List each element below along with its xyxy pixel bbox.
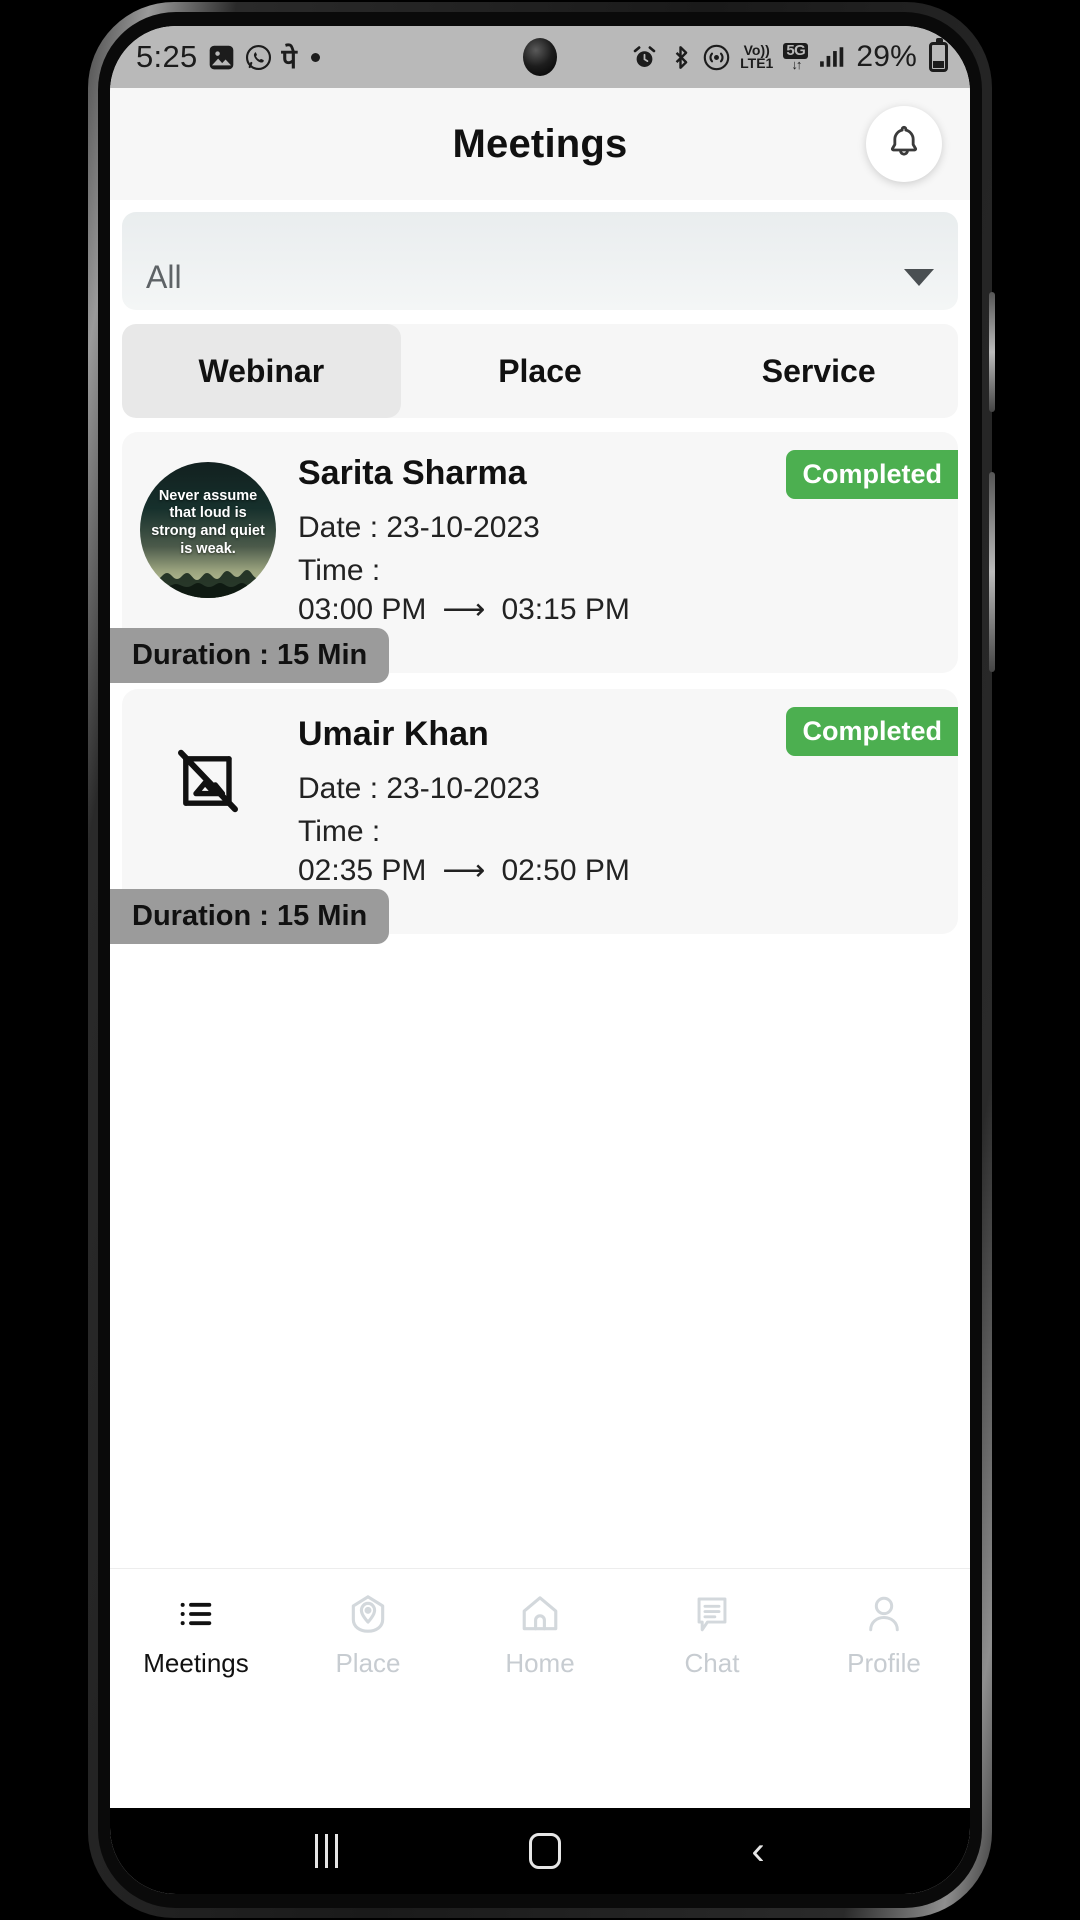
meeting-date: Date : 23-10-2023 [298, 511, 540, 544]
home-icon [517, 1588, 563, 1640]
page-title: Meetings [452, 121, 628, 166]
avatar-container [140, 711, 276, 822]
status-bar: 5:25 पे Vo)) LTE1 5G ↓↑ 29% [110, 26, 970, 88]
app-body: All Webinar Place Service Completed Neve… [110, 200, 970, 1698]
nav-label-place: Place [335, 1648, 401, 1678]
duration-badge: Duration : 15 Min [110, 889, 390, 945]
whatsapp-icon [245, 44, 272, 71]
status-bar-clock: 5:25 [136, 39, 198, 74]
meeting-time-range: 02:35 PM ⟶ 02:50 PM [298, 853, 940, 888]
meeting-time-label: Time : [298, 814, 381, 848]
avatar: Never assume that loud is strong and qui… [140, 462, 276, 598]
phone-frame: 5:25 पे Vo)) LTE1 5G ↓↑ 29% Meetings All… [88, 2, 995, 1918]
volume-button[interactable] [989, 292, 995, 412]
phone-screen: 5:25 पे Vo)) LTE1 5G ↓↑ 29% Meetings All… [110, 26, 970, 1894]
nav-item-profile[interactable]: Profile [798, 1588, 970, 1679]
volte-bottom-label: LTE1 [740, 55, 774, 71]
person-icon [863, 1588, 905, 1640]
battery-percent-label: 29% [856, 40, 917, 73]
meeting-card[interactable]: Completed Never assume that loud is stro… [110, 432, 958, 684]
bell-icon [884, 122, 924, 167]
broken-image-icon [172, 745, 244, 822]
network-data-arrows: ↓↑ [791, 56, 802, 72]
tab-place[interactable]: Place [401, 324, 680, 418]
status-dot-icon [310, 52, 320, 62]
category-tabs: Webinar Place Service [122, 324, 958, 418]
meeting-start-time: 03:00 PM [298, 592, 427, 626]
tab-webinar-label: Webinar [198, 352, 325, 389]
photos-icon [208, 44, 235, 71]
back-button[interactable]: ‹ [751, 1831, 764, 1871]
home-button-icon [528, 1833, 561, 1869]
app-header: Meetings [110, 88, 970, 200]
home-button[interactable] [528, 1833, 561, 1869]
location-pin-icon [346, 1588, 390, 1640]
front-camera-punch-hole [523, 38, 557, 76]
arrow-right-icon: ⟶ [442, 854, 486, 888]
meeting-card[interactable]: Completed Umair Khan Date: 23-10-2023 T… [110, 689, 958, 945]
recents-icon [315, 1834, 339, 1868]
status-badge: Completed [786, 707, 958, 757]
bluetooth-icon [668, 44, 693, 71]
back-icon: ‹ [751, 1829, 765, 1873]
chat-bubble-icon [691, 1588, 733, 1640]
volte-icon: Vo)) LTE1 [740, 43, 774, 71]
tab-webinar[interactable]: Webinar [122, 324, 401, 418]
list-icon [173, 1588, 219, 1640]
notification-button[interactable] [866, 106, 942, 182]
status-bar-right: Vo)) LTE1 5G ↓↑ 29% [631, 38, 948, 74]
chevron-down-icon [904, 269, 934, 286]
meeting-list: Completed Never assume that loud is stro… [110, 418, 970, 945]
filter-section: All [110, 200, 970, 310]
network-5g-icon: 5G ↓↑ [783, 43, 809, 72]
avatar-quote-text: Never assume that loud is strong and qui… [151, 487, 265, 557]
battery-icon [929, 38, 948, 72]
meeting-time-label: Time : [298, 553, 381, 587]
nav-item-chat[interactable]: Chat [626, 1588, 798, 1679]
recents-button[interactable] [315, 1834, 339, 1868]
nav-label-profile: Profile [847, 1648, 921, 1678]
tab-service-label: Service [761, 352, 876, 389]
meeting-start-time: 02:35 PM [298, 853, 427, 887]
meeting-end-time: 03:15 PM [501, 592, 630, 626]
alarm-icon [631, 44, 658, 71]
avatar-container: Never assume that loud is strong and qui… [140, 450, 276, 610]
tab-place-label: Place [498, 352, 582, 389]
nav-label-chat: Chat [684, 1648, 740, 1678]
nav-item-home[interactable]: Home [454, 1588, 626, 1679]
phone-inner-bezel: 5:25 पे Vo)) LTE1 5G ↓↑ 29% Meetings All… [98, 12, 982, 1908]
nav-item-place[interactable]: Place [282, 1588, 454, 1679]
phonepe-icon: पे [281, 43, 297, 74]
signal-bars-icon [818, 44, 846, 70]
filter-selected-value: All [146, 259, 182, 295]
meeting-filter-dropdown[interactable]: All [122, 212, 958, 310]
meeting-time-range: 03:00 PM ⟶ 03:15 PM [298, 592, 940, 627]
power-button[interactable] [989, 472, 995, 672]
nav-label-meetings: Meetings [143, 1648, 249, 1678]
meeting-end-time: 02:50 PM [501, 853, 630, 887]
android-navigation-bar: ‹ [110, 1808, 970, 1894]
hotspot-icon [703, 44, 730, 71]
duration-badge: Duration : 15 Min [110, 628, 390, 684]
status-badge: Completed [786, 450, 958, 499]
meeting-date: Date : 23-10-2023 [298, 772, 540, 806]
arrow-right-icon: ⟶ [442, 593, 486, 627]
nav-item-meetings[interactable]: Meetings [110, 1588, 282, 1679]
nav-label-home: Home [505, 1648, 575, 1678]
forest-silhouette-icon [140, 570, 276, 598]
tab-service[interactable]: Service [679, 324, 958, 418]
bottom-navigation: Meetings Place Home Chat Profile [110, 1568, 970, 1698]
